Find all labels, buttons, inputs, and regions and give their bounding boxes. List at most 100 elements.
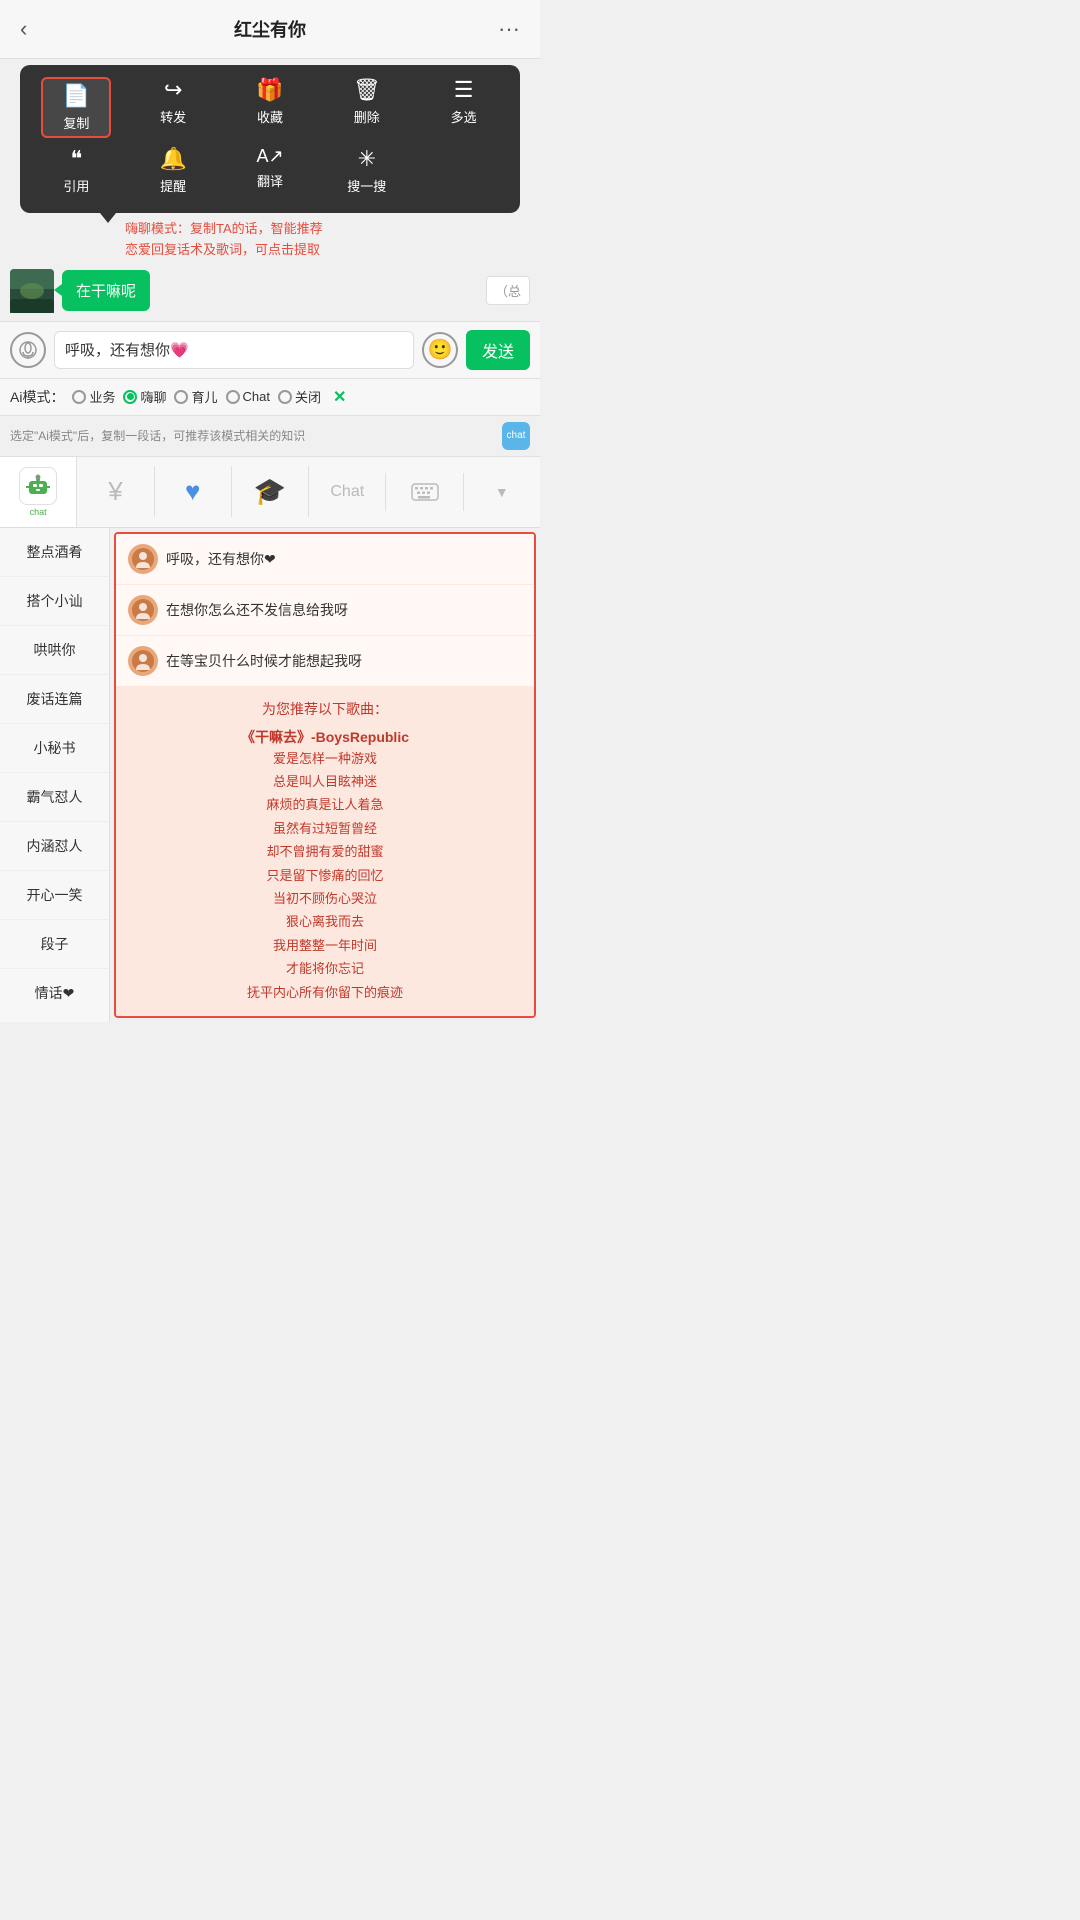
lyric-0: 爱是怎样一种游戏 <box>128 747 522 770</box>
sidebar-item-0[interactable]: 整点酒肴 <box>0 528 109 577</box>
person-icon-1 <box>134 601 152 619</box>
copy-label: 复制 <box>63 113 89 132</box>
context-menu-multiselect[interactable]: ☰ 多选 <box>429 77 499 138</box>
song-title: 《干嘛去》-BoysRepublic <box>128 727 522 747</box>
search-one-label: 搜一搜 <box>347 176 386 195</box>
ai-mode-bar: Ai模式： 业务 嗨聊 育儿 Chat 关闭 ✕ <box>0 379 540 416</box>
total-hint: （总 <box>486 276 530 305</box>
person-icon-0 <box>134 550 152 568</box>
ai-mode-close[interactable]: ✕ <box>333 387 346 407</box>
delete-icon: 🗑 <box>353 77 381 103</box>
multiselect-label: 多选 <box>451 107 477 126</box>
context-menu-remind[interactable]: 🔔 提醒 <box>138 146 208 195</box>
sidebar-item-6[interactable]: 内涵怼人 <box>0 822 109 871</box>
response-text-0: 呼吸，还有想你❤ <box>166 549 276 569</box>
context-menu-search[interactable]: ✳ 搜一搜 <box>332 146 402 195</box>
lyric-2: 麻烦的真是让人着急 <box>128 793 522 816</box>
func-bar: chat ¥ ♥ 🎓 Chat ▼ <box>0 457 540 528</box>
remind-icon: 🔔 <box>159 146 186 172</box>
arrow-down-icon: ▼ <box>495 484 509 500</box>
func-robot[interactable]: chat <box>0 457 77 527</box>
emoji-button[interactable]: 🙂 <box>422 332 458 368</box>
radio-yewu-label: 业务 <box>89 387 115 406</box>
lyric-9: 才能将你忘记 <box>128 957 522 980</box>
quote-icon: ❝ <box>70 146 82 172</box>
sidebar-item-4[interactable]: 小秘书 <box>0 724 109 773</box>
ai-mode-label: Ai模式： <box>10 387 64 407</box>
lyric-4: 却不曾拥有爱的甜蜜 <box>128 840 522 863</box>
sidebar-item-9[interactable]: 情话❤ <box>0 969 109 1017</box>
sidebar-item-8[interactable]: 段子 <box>0 920 109 969</box>
context-menu-container: 📄 复制 ↪ 转发 🎁 收藏 🗑 删除 ☰ 多选 ❝ 引用 <box>10 65 530 213</box>
context-menu-delete[interactable]: 🗑 删除 <box>332 77 402 138</box>
song-recommendation: 为您推荐以下歌曲： 《干嘛去》-BoysRepublic 爱是怎样一种游戏 总是… <box>116 687 534 1016</box>
voice-button[interactable] <box>10 332 46 368</box>
radio-chat-label: Chat <box>243 389 270 404</box>
context-menu-quote[interactable]: ❝ 引用 <box>41 146 111 195</box>
send-button[interactable]: 发送 <box>466 330 530 370</box>
sidebar-item-7[interactable]: 开心一笑 <box>0 871 109 920</box>
func-heart[interactable]: ♥ <box>155 466 232 517</box>
response-avatar-2 <box>128 646 158 676</box>
func-graduation[interactable]: 🎓 <box>232 466 309 517</box>
annotation-text: 嗨聊模式：复制TA的话，智能推荐 恋爱回复话术及歌词，可点击提取 <box>125 219 323 261</box>
func-chat-text[interactable]: Chat <box>309 473 386 511</box>
context-menu-collect[interactable]: 🎁 收藏 <box>235 77 305 138</box>
radio-chat-circle <box>226 390 240 404</box>
lyric-5: 只是留下惨痛的回忆 <box>128 864 522 887</box>
more-button[interactable]: ··· <box>494 12 524 46</box>
func-yen[interactable]: ¥ <box>77 466 154 517</box>
sidebar-item-2[interactable]: 哄哄你 <box>0 626 109 675</box>
forward-label: 转发 <box>160 107 186 126</box>
radio-yewu-circle <box>72 390 86 404</box>
lyric-8: 我用整整一年时间 <box>128 934 522 957</box>
top-nav: ‹ 红尘有你 ··· <box>0 0 540 59</box>
context-menu-translate[interactable]: A↗ 翻译 <box>235 146 305 195</box>
ai-hint-bar: 选定"Ai模式"后，复制一段话，可推荐该模式相关的知识 chat <box>0 416 540 457</box>
main-content: 整点酒肴 搭个小讪 哄哄你 废话连篇 小秘书 霸气怼人 内涵怼人 开心一笑 段子… <box>0 528 540 1022</box>
context-menu-forward[interactable]: ↪ 转发 <box>138 77 208 138</box>
search-one-icon: ✳ <box>358 146 376 172</box>
translate-icon: A↗ <box>256 146 283 167</box>
ai-mode-yewu[interactable]: 业务 <box>72 387 115 406</box>
sidebar-item-3[interactable]: 废话连篇 <box>0 675 109 724</box>
radio-guanbi-circle <box>278 390 292 404</box>
back-button[interactable]: ‹ <box>16 12 31 46</box>
person-icon-2 <box>134 652 152 670</box>
sidebar-item-1[interactable]: 搭个小讪 <box>0 577 109 626</box>
ai-mode-chat[interactable]: Chat <box>226 389 270 404</box>
radio-yuer-circle <box>174 390 188 404</box>
response-text-1: 在想你怎么还不发信息给我呀 <box>166 600 348 620</box>
lyric-1: 总是叫人目眩神迷 <box>128 770 522 793</box>
context-menu-copy[interactable]: 📄 复制 <box>41 77 111 138</box>
ai-mode-haijiao[interactable]: 嗨聊 <box>123 387 166 406</box>
keyboard-icon <box>411 483 439 501</box>
response-item-2[interactable]: 在等宝贝什么时候才能想起我呀 <box>116 636 534 687</box>
right-panel: 呼吸，还有想你❤ 在想你怎么还不发信息给我呀 <box>114 532 536 1018</box>
ai-mode-guanbi[interactable]: 关闭 <box>278 387 321 406</box>
multiselect-icon: ☰ <box>454 77 474 103</box>
chat-small-icon[interactable]: chat <box>502 422 530 450</box>
left-sidebar: 整点酒肴 搭个小讪 哄哄你 废话连篇 小秘书 霸气怼人 内涵怼人 开心一笑 段子… <box>0 528 110 1022</box>
sidebar-item-5[interactable]: 霸气怼人 <box>0 773 109 822</box>
chat-avatar <box>10 269 54 313</box>
lyric-6: 当初不顾伤心哭泣 <box>128 887 522 910</box>
response-item-0[interactable]: 呼吸，还有想你❤ <box>116 534 534 585</box>
radio-haijiao-circle <box>123 390 137 404</box>
response-avatar-inner-0 <box>132 548 154 570</box>
copy-icon: 📄 <box>63 83 90 109</box>
message-input[interactable] <box>54 331 414 369</box>
response-avatar-inner-1 <box>132 599 154 621</box>
input-area: 🙂 发送 <box>0 321 540 379</box>
radio-guanbi-label: 关闭 <box>295 387 321 406</box>
radio-haijiao-label: 嗨聊 <box>140 387 166 406</box>
func-keyboard[interactable] <box>386 473 463 511</box>
response-item-1[interactable]: 在想你怎么还不发信息给我呀 <box>116 585 534 636</box>
context-menu-row-1: 📄 复制 ↪ 转发 🎁 收藏 🗑 删除 ☰ 多选 <box>28 77 512 138</box>
yen-icon: ¥ <box>108 476 122 507</box>
func-arrow-down[interactable]: ▼ <box>464 474 540 510</box>
chat-bubble-row: 在干嘛呢 （总 <box>10 269 530 313</box>
response-text-2: 在等宝贝什么时候才能想起我呀 <box>166 651 362 671</box>
ai-mode-yuer[interactable]: 育儿 <box>174 387 217 406</box>
translate-label: 翻译 <box>257 171 283 190</box>
